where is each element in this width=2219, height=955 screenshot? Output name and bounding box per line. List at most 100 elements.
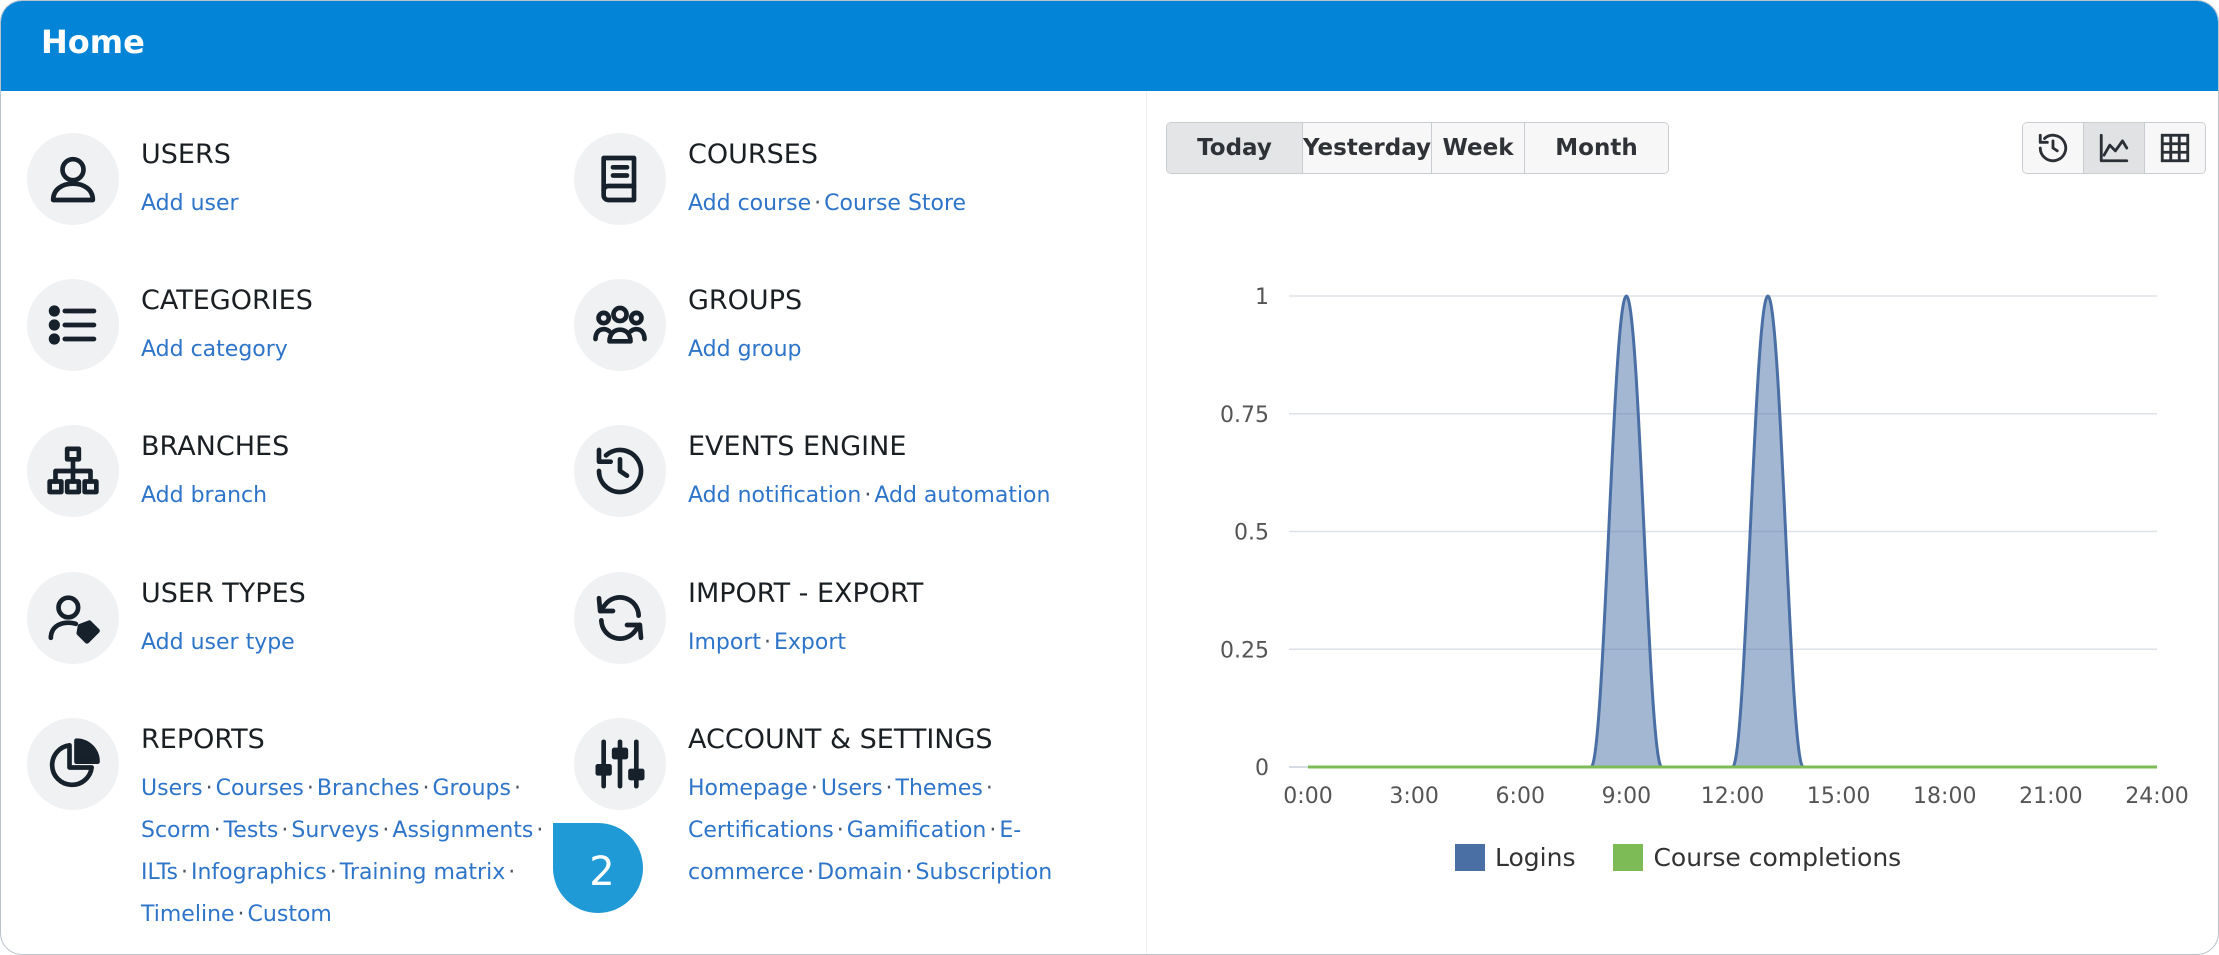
tile-links-events: Add notification · Add automation [688,475,1050,517]
link-line: Scorm · Tests · Surveys · Assignments · [141,810,546,852]
link-import[interactable]: Import [688,630,761,655]
link-separator: · [985,776,993,801]
link-separator: · [807,860,815,885]
y-tick-label: 0.75 [1220,403,1269,428]
link-add-group[interactable]: Add group [688,337,801,362]
link-line: Add group [688,329,801,371]
tile-links-categories: Add category [141,329,288,371]
sliders-icon-circle[interactable] [574,718,666,810]
tile-links-users: Add user [141,183,239,225]
tile-title-usertypes[interactable]: USER TYPES [141,578,306,609]
x-tick-label: 12:00 [1701,784,1764,809]
tile-title-importexport[interactable]: IMPORT - EXPORT [688,578,923,609]
link-add-course[interactable]: Add course [688,191,811,216]
x-tick-label: 6:00 [1496,784,1545,809]
link-line: Add notification · Add automation [688,475,1050,517]
group-icon-circle[interactable] [574,279,666,371]
link-users[interactable]: Users [821,776,883,801]
link-scorm[interactable]: Scorm [141,818,211,843]
pie-chart-icon-circle[interactable] [27,718,119,810]
link-assignments[interactable]: Assignments [392,818,533,843]
legend-item-logins[interactable]: Logins [1455,843,1575,872]
list-icon [48,305,97,345]
link-line: Import · Export [688,622,846,664]
book-icon [601,155,637,203]
tile-title-users[interactable]: USERS [141,139,231,170]
tile-title-events[interactable]: EVENTS ENGINE [688,431,906,462]
sliders-icon [595,739,645,789]
legend-item-course-completions[interactable]: Course completions [1613,843,1901,872]
tile-title-branches[interactable]: BRANCHES [141,431,289,462]
tile-links-importexport: Import · Export [688,622,846,664]
sync-icon-circle[interactable] [574,572,666,664]
book-icon-circle[interactable] [574,133,666,225]
link-line: Users · Courses · Branches · Groups · [141,768,546,810]
link-separator: · [329,860,337,885]
link-separator: · [814,191,822,216]
tile-title-groups[interactable]: GROUPS [688,285,802,316]
sitemap-icon [47,446,99,495]
link-line: ILTs · Infographics · Training matrix · [141,852,546,894]
step-number: 2 [589,849,615,895]
tile-title-reports[interactable]: REPORTS [141,724,265,755]
list-icon-circle[interactable] [27,279,119,371]
link-gamification[interactable]: Gamification [847,818,987,843]
tile-title-courses[interactable]: COURSES [688,139,818,170]
user-icon [50,156,96,203]
link-line: Homepage · Users · Themes · [688,768,1052,810]
link-add-user-type[interactable]: Add user type [141,630,295,655]
link-tests[interactable]: Tests [224,818,279,843]
link-infographics[interactable]: Infographics [191,860,327,885]
tile-title-categories[interactable]: CATEGORIES [141,285,313,316]
link-line: Add user [141,183,239,225]
link-add-category[interactable]: Add category [141,337,288,362]
link-themes[interactable]: Themes [896,776,983,801]
tile-links-branches: Add branch [141,475,267,517]
link-groups[interactable]: Groups [433,776,511,801]
activity-chart-panel: Today Yesterday Week Month 1 0.75 0.5 0.… [1147,91,2218,954]
link-timeline[interactable]: Timeline [141,902,235,927]
link-separator: · [513,776,521,801]
link-line: Certifications · Gamification · E- [688,810,1052,852]
link-training-matrix[interactable]: Training matrix [340,860,506,885]
link-separator: · [205,776,213,801]
link-custom[interactable]: Custom [248,902,332,927]
link-separator: · [989,818,997,843]
legend-swatch-course-completions [1613,844,1644,871]
link-course-store[interactable]: Course Store [824,191,966,216]
link-branches[interactable]: Branches [317,776,420,801]
link-export[interactable]: Export [774,630,846,655]
link-separator: · [810,776,818,801]
link-ilts[interactable]: ILTs [141,860,178,885]
history-icon [596,447,644,495]
link-line: Add course · Course Store [688,183,966,225]
link-separator: · [836,818,844,843]
link-homepage[interactable]: Homepage [688,776,808,801]
link-subscription[interactable]: Subscription [916,860,1053,885]
step-number-badge: 2 [553,823,643,913]
user-tag-icon-circle[interactable] [27,572,119,664]
y-tick-label: 0.5 [1234,521,1269,546]
link-separator: · [422,776,430,801]
sitemap-icon-circle[interactable] [27,425,119,517]
link-add-automation[interactable]: Add automation [874,483,1050,508]
link-certifications[interactable]: Certifications [688,818,834,843]
history-icon-circle[interactable] [574,425,666,517]
group-icon [593,305,647,344]
link-add-user[interactable]: Add user [141,191,239,216]
link-separator: · [864,483,872,508]
tile-title-account[interactable]: ACCOUNT & SETTINGS [688,724,993,755]
link-separator: · [306,776,314,801]
top-bar: Home [1,1,2218,91]
link-surveys[interactable]: Surveys [291,818,379,843]
link-commerce[interactable]: commerce [688,860,804,885]
user-icon-circle[interactable] [27,133,119,225]
link-add-branch[interactable]: Add branch [141,483,267,508]
link-courses[interactable]: Courses [216,776,304,801]
link-add-notification[interactable]: Add notification [688,483,861,508]
x-tick-label: 24:00 [2125,784,2188,809]
link-domain[interactable]: Domain [817,860,902,885]
link-e[interactable]: E- [999,818,1021,843]
link-separator: · [764,630,772,655]
link-users[interactable]: Users [141,776,203,801]
